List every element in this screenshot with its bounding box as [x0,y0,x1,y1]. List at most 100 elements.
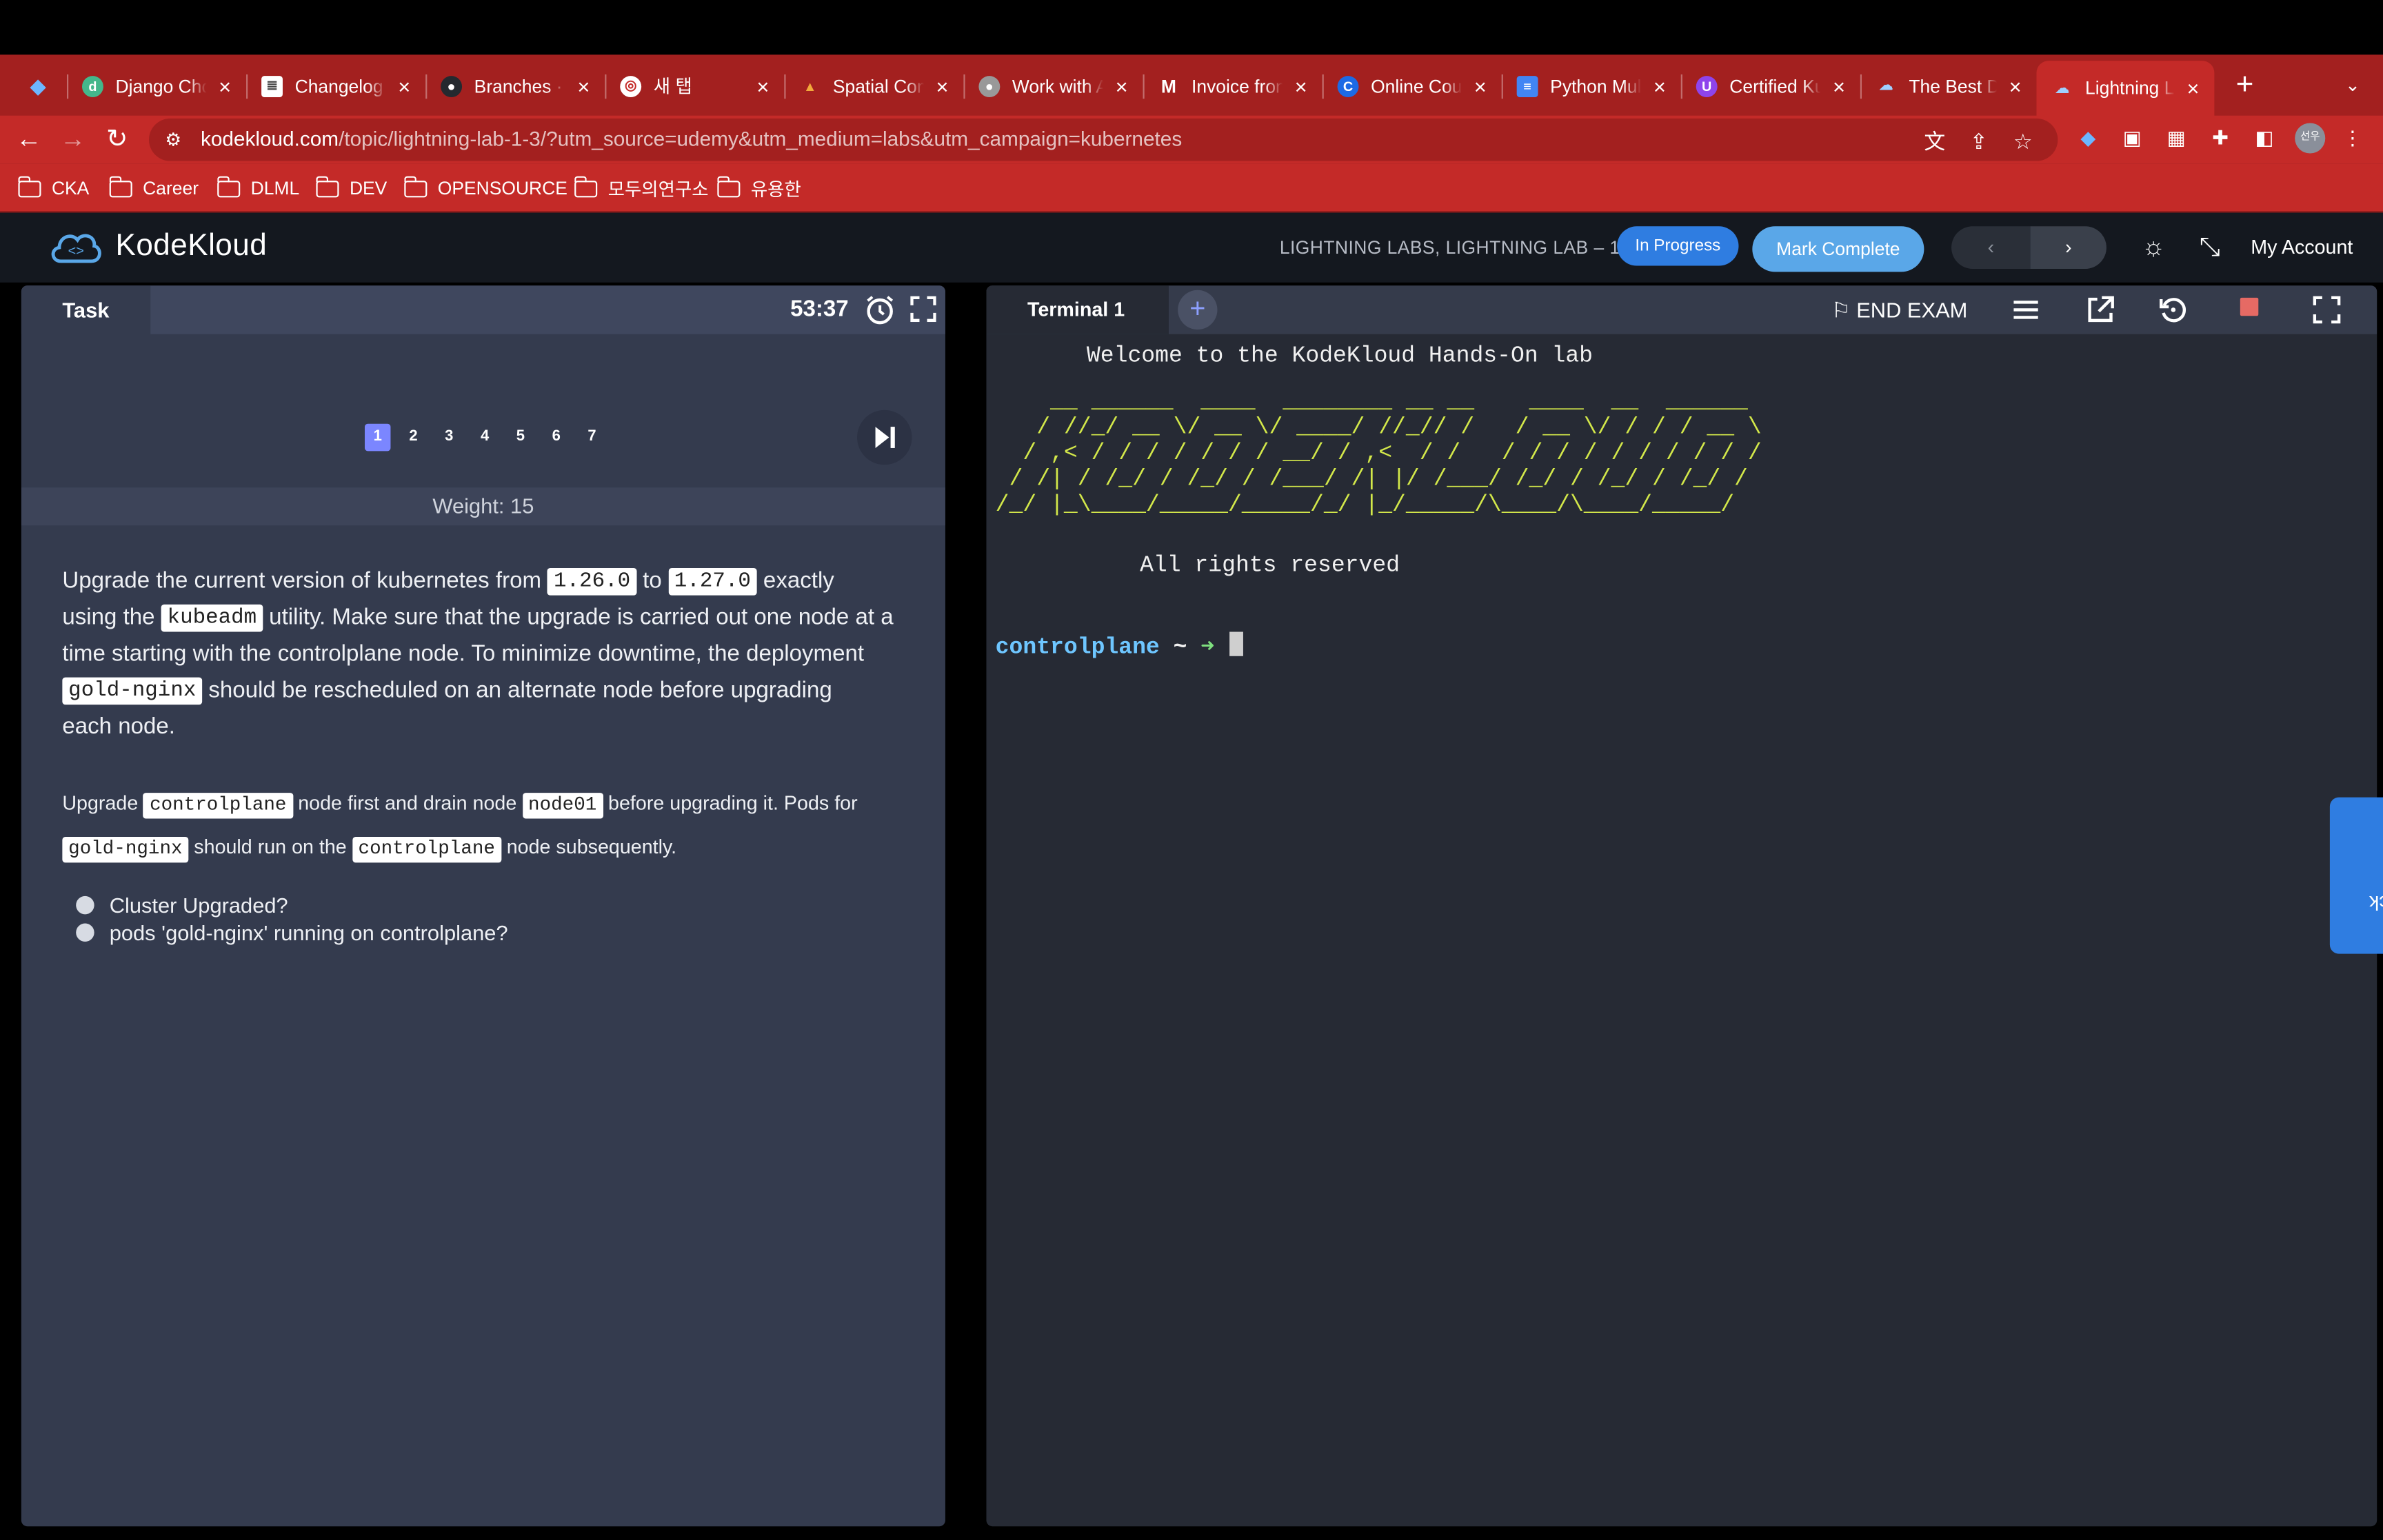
extension-icon[interactable]: ▦ [2162,125,2190,152]
inline-code: gold-nginx [62,677,203,705]
checklist-item: pods 'gold-nginx' running on controlplan… [76,919,508,946]
close-tab-icon[interactable]: × [1827,74,1851,98]
browser-tab[interactable]: ≡ Python Mul × [1502,62,1682,109]
browser-tab[interactable]: ● Branches · × [425,62,607,109]
menu-kebab-icon[interactable]: ⋮ [2339,125,2366,152]
close-tab-icon[interactable]: × [2003,74,2027,98]
flag-icon: ⚐ [1831,297,1851,323]
close-tab-icon[interactable]: × [392,74,416,98]
browser-tab[interactable]: ◆ [12,62,69,109]
browser-tab[interactable]: d Django Cho × [67,62,248,109]
next-lab-button[interactable]: › [2030,226,2107,269]
step-button[interactable]: 4 [472,424,497,452]
stop-icon[interactable] [2240,297,2259,316]
step-button[interactable]: 3 [436,424,462,452]
fullscreen-icon[interactable] [2310,293,2343,326]
end-exam-button[interactable]: ⚐ END EXAM [1831,298,1967,323]
reload-icon[interactable]: ↻ [100,123,133,156]
brand-name[interactable]: KodeKloud [116,230,268,265]
share-icon[interactable]: ⇪ [1965,128,1993,155]
forward-icon[interactable]: → [57,123,90,156]
svg-text:<>: <> [68,243,84,259]
folder-icon [315,175,339,197]
close-tab-icon[interactable]: × [1468,74,1492,98]
close-tab-icon[interactable]: × [751,74,775,98]
theme-toggle-icon[interactable]: ☼ [2137,231,2170,264]
tab-search-icon[interactable]: ⌄ [2339,67,2366,103]
status-dot-icon [76,923,94,942]
new-tab-icon[interactable]: + [2229,67,2260,103]
browser-tab[interactable]: ≣ Changelog × [246,62,428,109]
kodekloud-logo-icon[interactable]: <> [49,227,103,267]
back-icon[interactable]: ← [12,123,46,156]
close-tab-icon[interactable]: × [1647,74,1671,98]
add-terminal-button[interactable]: + [1178,290,1218,330]
hamburger-menu-icon[interactable] [2009,293,2042,326]
browser-tab[interactable]: ● Work with A × [963,62,1145,109]
browser-tab[interactable]: C Online Cour × [1323,62,1503,109]
extension-icon[interactable]: ▣ [2119,125,2146,152]
close-tab-icon[interactable]: × [1289,74,1313,98]
prev-lab-button[interactable]: ‹ [1951,226,2031,269]
apple-icon: ● [978,75,1001,97]
folder-icon [17,175,41,197]
step-button[interactable]: 7 [579,424,605,452]
close-tab-icon[interactable]: × [930,74,954,98]
open-external-icon[interactable] [2084,293,2117,326]
bookmark-folder[interactable]: CKA [17,175,89,201]
browser-tab[interactable]: ☁ The Best D × [1860,62,2037,109]
bookmark-folder[interactable]: DLML [217,175,299,201]
task-checklist: Cluster Upgraded? pods 'gold-nginx' runn… [76,891,508,946]
site-info-icon[interactable]: ⚙ [161,128,185,152]
close-tab-icon[interactable]: × [1109,74,1134,98]
url-text[interactable]: kodekloud.com/topic/lightning-lab-1-3/?u… [201,128,1182,150]
step-button[interactable]: 6 [543,424,569,452]
avatar[interactable]: 선우 [2295,123,2326,154]
terminal-output[interactable]: Welcome to the KodeKloud Hands-On lab __… [996,343,1762,660]
bookmark-folder[interactable]: DEV [315,175,387,201]
gem-icon: ◆ [30,73,46,97]
bookmark-folder[interactable]: 모두의연구소 [574,175,709,201]
browser-tab[interactable]: ◎ 새 탭 × [605,62,786,109]
rights-text: All rights reserved [1140,552,1400,579]
step-button[interactable]: 2 [401,424,426,452]
reset-icon[interactable] [2157,293,2190,326]
task-panel-header: Task 53:37 [21,285,945,334]
folder-icon [217,175,241,197]
close-tab-icon[interactable]: × [2181,76,2205,100]
close-tab-icon[interactable]: × [572,74,596,98]
github-icon: ● [441,75,463,97]
task-panel: Task 53:37 1 2 3 4 5 6 7 Weight: 15 Upgr… [21,285,945,1527]
step-button[interactable]: 5 [507,424,533,452]
step-button-current[interactable]: 1 [364,423,391,452]
my-account-link[interactable]: My Account [2251,235,2353,258]
feedback-button[interactable]: ● Feedback [2329,797,2383,954]
bookmark-star-icon[interactable]: ☆ [2009,128,2037,155]
address-bar[interactable]: ⚙ kodekloud.com/topic/lightning-lab-1-3/… [149,118,2058,161]
fullscreen-icon[interactable] [910,296,936,323]
task-instructions: Upgrade controlplane node first and drai… [62,780,923,869]
tab-terminal-1[interactable]: Terminal 1 [986,285,1169,334]
doc-icon: ≣ [261,75,283,97]
browser-tab[interactable]: M Invoice fron × [1143,62,1324,109]
puzzle-icon[interactable]: ✚ [2206,125,2234,152]
shell-prompt[interactable]: controlplane ~ ➜ [996,631,1244,660]
mark-complete-button[interactable]: Mark Complete [1752,226,1924,272]
task-description: Upgrade the current version of kubernete… [62,567,894,740]
inline-code: kubeadm [161,604,263,632]
sidepanel-icon[interactable]: ◧ [2251,125,2278,152]
bookmark-folder[interactable]: 유용한 [716,175,801,201]
bookmark-folder[interactable]: OPENSOURCE [403,175,567,201]
gem-extension-icon[interactable]: ◆ [2075,125,2102,152]
translate-icon[interactable]: 文 [1921,128,1949,155]
skip-next-icon[interactable] [857,409,912,465]
tab-task[interactable]: Task [21,285,151,334]
inline-code: controlplane [143,793,293,819]
browser-tab-active[interactable]: ☁ Lightning L × [2036,61,2215,116]
bookmark-folder[interactable]: Career [108,175,199,201]
close-tab-icon[interactable]: × [213,74,237,98]
alarm-clock-icon[interactable] [863,293,896,326]
collapse-icon[interactable]: ⤡ [2193,231,2226,264]
browser-tab[interactable]: ▲ Spatial Com × [784,62,965,109]
browser-tab[interactable]: U Certified Ku × [1681,62,1862,109]
